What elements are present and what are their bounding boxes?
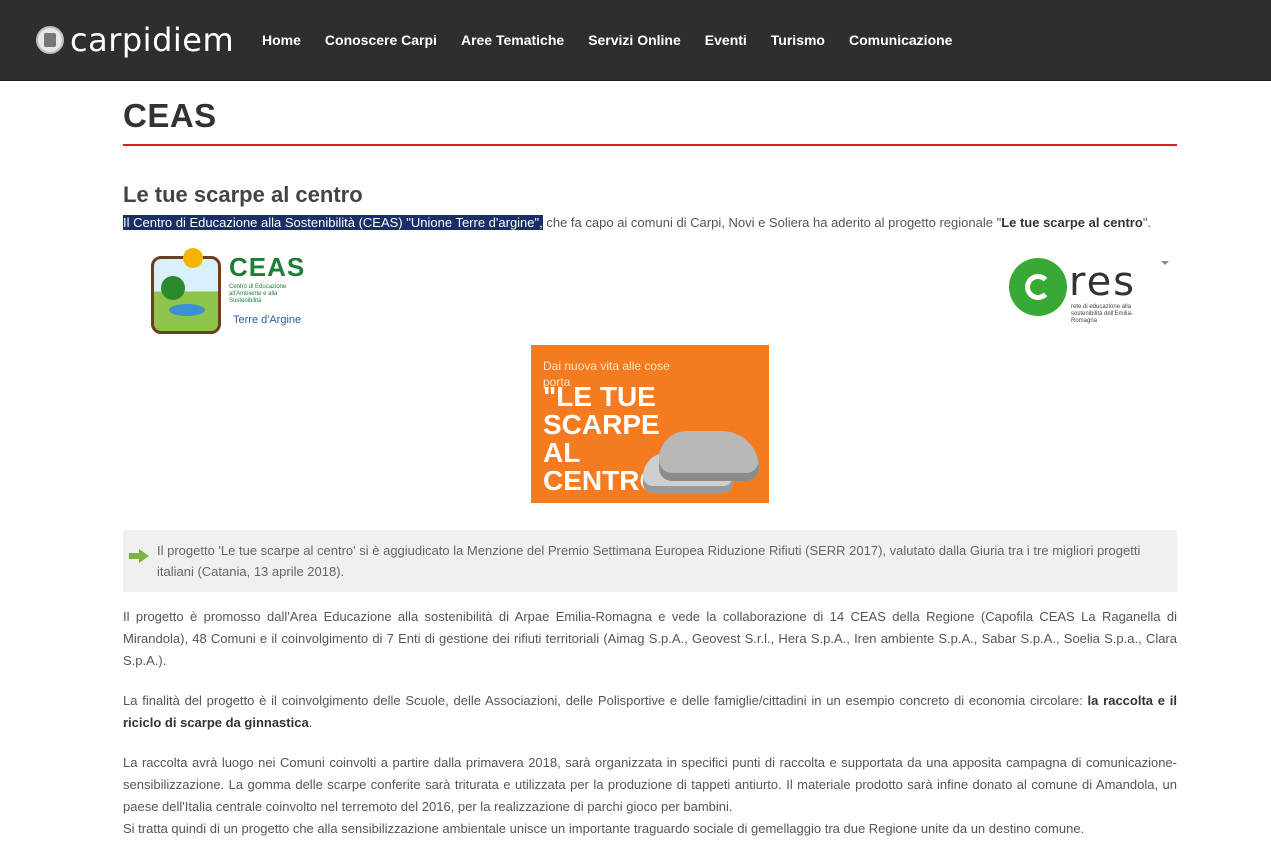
paragraph-3-text: La raccolta avrà luogo nei Comuni coinvo… <box>123 754 1177 814</box>
poster-line-1: Dai nuova vita alle cose <box>543 358 670 373</box>
pond-icon <box>169 303 205 316</box>
ceas-logo: CEAS Centro di Educazione all'Ambiente e… <box>151 247 319 343</box>
campaign-poster: Dai nuova vita alle cose porta "LE TUE S… <box>531 344 769 503</box>
paragraph-4-text: Si tratta quindi di un progetto che alla… <box>123 820 1085 836</box>
paragraph-2-text: La finalità del progetto è il coinvolgim… <box>123 692 1088 708</box>
sun-icon <box>183 247 203 268</box>
nav-servizi-online[interactable]: Servizi Online <box>588 32 681 48</box>
intro-end: ". <box>1142 214 1152 230</box>
intro-text: che fa capo ai comuni di Carpi, Novi e S… <box>542 214 1002 230</box>
res-logo-text: res <box>1069 258 1137 305</box>
city-crest-icon <box>36 26 64 54</box>
award-callout: Il progetto 'Le tue scarpe al centro' si… <box>123 529 1177 592</box>
paragraph-2-end: . <box>308 714 313 730</box>
swirl-icon <box>1025 273 1051 300</box>
nav-conoscere-carpi[interactable]: Conoscere Carpi <box>325 32 437 48</box>
nav-turismo[interactable]: Turismo <box>771 32 825 48</box>
ceas-logo-text: CEAS <box>229 251 306 282</box>
title-divider <box>123 143 1177 146</box>
sneaker-icon <box>659 430 759 481</box>
intro-bold: Le tue scarpe al centro <box>1001 214 1143 230</box>
top-navbar: carpidiem Home Conoscere Carpi Aree Tema… <box>0 0 1271 81</box>
paragraph-1: Il progetto è promosso dall'Area Educazi… <box>123 608 1177 668</box>
site-logo[interactable]: carpidiem <box>36 24 234 56</box>
page-content: CEAS Le tue scarpe al centro Il Centro d… <box>123 96 1177 840</box>
logo-text: carpidiem <box>70 21 235 59</box>
nav-home[interactable]: Home <box>262 32 301 48</box>
res-logo: res rete di educazione alla sostenibilit… <box>1009 257 1149 328</box>
terre-dargine-text: Terre d'Argine <box>233 313 302 326</box>
landscape-icon <box>151 255 221 334</box>
main-menu: Home Conoscere Carpi Aree Tematiche Serv… <box>262 32 952 48</box>
partner-logos: CEAS Centro di Educazione all'Ambiente e… <box>123 247 1177 343</box>
tree-icon <box>161 275 185 300</box>
intro-paragraph: Il Centro di Educazione alla Sostenibili… <box>123 212 1177 234</box>
section-title: Le tue scarpe al centro <box>123 181 363 207</box>
page-title: CEAS <box>123 97 217 134</box>
callout-text: Il progetto 'Le tue scarpe al centro' si… <box>157 542 1141 579</box>
poster-container: Dai nuova vita alle cose porta "LE TUE S… <box>123 344 1177 508</box>
selected-text: Il Centro di Educazione alla Sostenibili… <box>123 214 543 230</box>
nav-eventi[interactable]: Eventi <box>705 32 747 48</box>
res-logo-subtext: rete di educazione alla sostenibilità de… <box>1071 303 1133 324</box>
ceas-logo-subtext: Centro di Educazione all'Ambiente e alla… <box>229 283 287 304</box>
nav-comunicazione[interactable]: Comunicazione <box>849 32 952 48</box>
paragraph-2: La finalità del progetto è il coinvolgim… <box>123 690 1177 734</box>
paragraph-3: La raccolta avrà luogo nei Comuni coinvo… <box>123 752 1177 840</box>
nav-aree-tematiche[interactable]: Aree Tematiche <box>461 32 564 48</box>
arrow-right-icon <box>129 548 151 563</box>
